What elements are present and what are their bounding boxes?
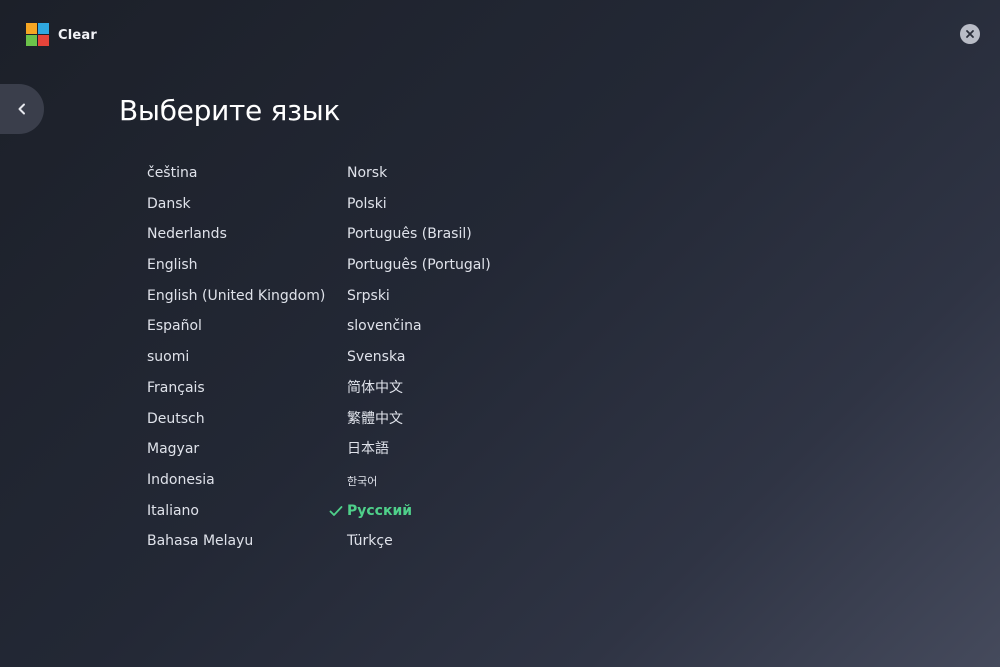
page-title: Выберите язык (119, 94, 341, 127)
close-icon (966, 30, 974, 38)
language-option-slovak[interactable]: slovenčina (347, 313, 491, 344)
language-option-english-uk[interactable]: English (United Kingdom) (147, 283, 325, 314)
check-icon (329, 505, 343, 516)
language-option-danish[interactable]: Dansk (147, 191, 325, 222)
app-title: Clear (58, 27, 97, 43)
language-option-serbian[interactable]: Srpski (347, 283, 491, 314)
language-option-chinese-traditional[interactable]: 繁體中文 (347, 406, 491, 437)
language-option-french[interactable]: Français (147, 375, 325, 406)
language-option-korean[interactable]: 한국어 (347, 467, 491, 498)
back-button[interactable] (0, 84, 44, 134)
language-list-right: Norsk Polski Português (Brasil) Portuguê… (329, 160, 491, 559)
language-option-chinese-simplified[interactable]: 简体中文 (347, 375, 491, 406)
chevron-left-icon (18, 103, 25, 115)
language-option-norwegian[interactable]: Norsk (347, 160, 491, 191)
language-option-german[interactable]: Deutsch (147, 406, 325, 437)
language-option-russian-selected[interactable]: Русский (329, 498, 491, 529)
language-option-finnish[interactable]: suomi (147, 344, 325, 375)
language-option-portuguese-portugal[interactable]: Português (Portugal) (347, 252, 491, 283)
language-option-hungarian[interactable]: Magyar (147, 436, 325, 467)
language-option-polish[interactable]: Polski (347, 191, 491, 222)
language-option-indonesian[interactable]: Indonesia (147, 467, 325, 498)
app-header: Clear (26, 22, 97, 48)
language-option-czech[interactable]: čeština (147, 160, 325, 191)
language-option-swedish[interactable]: Svenska (347, 344, 491, 375)
language-option-dutch[interactable]: Nederlands (147, 221, 325, 252)
language-option-portuguese-brazil[interactable]: Português (Brasil) (347, 221, 491, 252)
language-option-italian[interactable]: Italiano (147, 498, 325, 529)
language-label-russian: Русский (347, 502, 413, 519)
app-logo-icon (26, 23, 50, 47)
language-option-turkish[interactable]: Türkçe (347, 528, 491, 559)
close-button[interactable] (960, 24, 980, 44)
language-option-malay[interactable]: Bahasa Melayu (147, 528, 325, 559)
language-option-japanese[interactable]: 日本語 (347, 436, 491, 467)
language-option-english[interactable]: English (147, 252, 325, 283)
language-list-left: čeština Dansk Nederlands English English… (147, 160, 325, 559)
language-option-spanish[interactable]: Español (147, 313, 325, 344)
